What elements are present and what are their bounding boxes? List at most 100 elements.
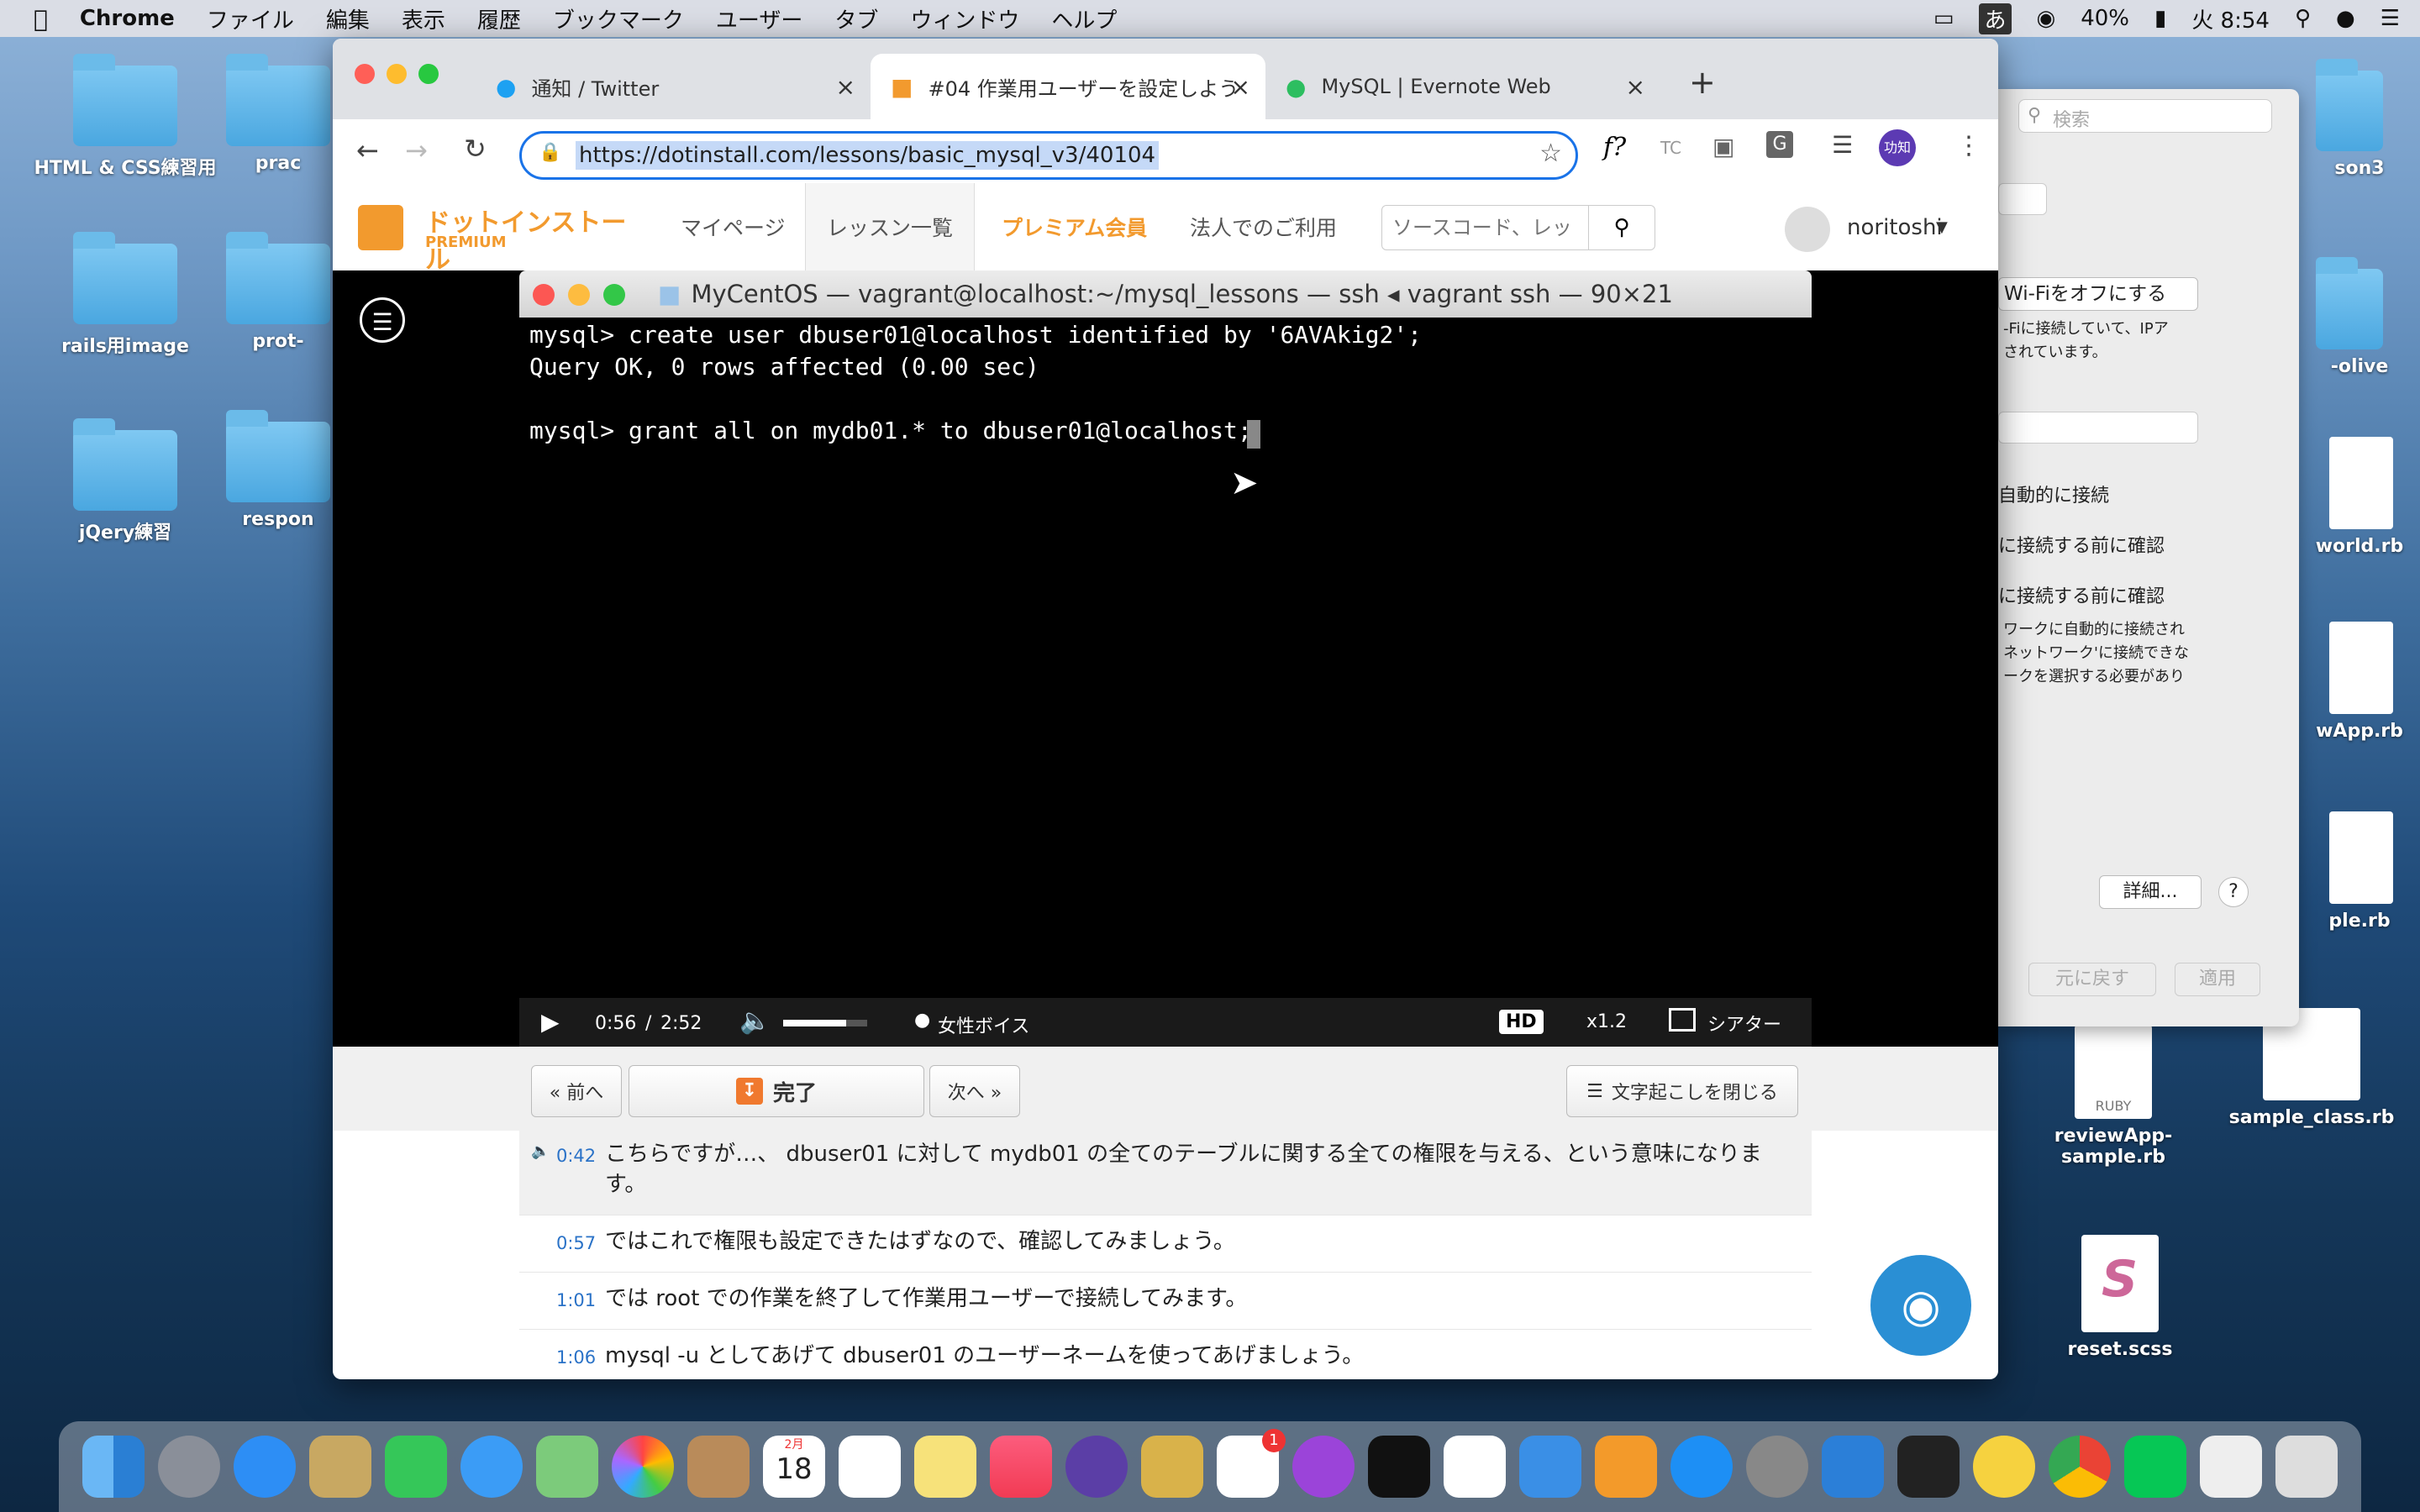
ext-tc-icon[interactable]: TC — [1660, 138, 1681, 158]
voice-toggle[interactable]: 女性ボイス — [938, 1011, 1029, 1038]
transcript-row[interactable]: 0:57 ではこれで権限も設定できたはずなので、確認してみましょう。 — [519, 1215, 1812, 1273]
volume-slider[interactable] — [783, 1020, 867, 1026]
complete-button[interactable]: ↧ 完了 — [629, 1065, 924, 1117]
transcript-time[interactable]: 1:01 — [556, 1290, 596, 1310]
terminal-minimize-button[interactable] — [568, 284, 590, 306]
nav-premium[interactable]: プレミアム会員 — [1002, 183, 1147, 270]
transcript-row[interactable]: 1:06 mysql -u としてあげて dbuser01 のユーザーネームを使… — [519, 1329, 1812, 1379]
desktop-folder-jquery[interactable]: jQery練習 — [29, 418, 222, 544]
finder-icon[interactable] — [82, 1436, 145, 1498]
theater-toggle[interactable]: シアター — [1707, 1010, 1781, 1037]
apple-tv-icon[interactable] — [1368, 1436, 1430, 1498]
battery-percent[interactable]: 40% — [2081, 6, 2129, 31]
sequel-pro-icon[interactable] — [1141, 1436, 1203, 1498]
reminders-icon[interactable] — [839, 1436, 901, 1498]
clock[interactable]: 火 8:54 — [2191, 3, 2270, 34]
desktop-folder-olive[interactable]: -olive — [2299, 257, 2420, 377]
prefs-stepper[interactable] — [1998, 183, 2047, 215]
theater-icon[interactable] — [1669, 1008, 1696, 1032]
notes-icon[interactable] — [914, 1436, 976, 1498]
transcript-time[interactable]: 0:57 — [556, 1233, 596, 1253]
menu-edit[interactable]: 編集 — [326, 3, 370, 34]
transcript-time[interactable]: 0:42 — [556, 1146, 596, 1166]
menu-view[interactable]: 表示 — [402, 3, 445, 34]
site-search-input[interactable] — [1391, 213, 1579, 243]
ext-g-icon[interactable]: G — [1766, 131, 1793, 158]
facetime-icon[interactable] — [385, 1436, 447, 1498]
desktop-folder-son3[interactable]: son3 — [2299, 59, 2420, 179]
notification-center-icon[interactable]: ☰ — [2381, 6, 2400, 31]
ext-fq-icon[interactable]: f? — [1603, 133, 1626, 162]
menu-history[interactable]: 履歴 — [477, 3, 521, 34]
photos-icon[interactable] — [612, 1436, 674, 1498]
vscode-icon[interactable] — [1822, 1436, 1884, 1498]
desktop-folder-respon[interactable]: respon — [224, 410, 333, 530]
spotlight-icon[interactable]: ⚲ — [2295, 6, 2311, 31]
transcript-row[interactable]: 🔈 0:42 こちらですが…、 dbuser01 に対して mydb01 の全て… — [519, 1131, 1812, 1215]
chrome-menu-icon[interactable]: ⋮ — [1956, 131, 1981, 160]
address-bar[interactable]: 🔒 https://dotinstall.com/lessons/basic_m… — [519, 131, 1578, 180]
prefs-search-input[interactable]: ⚲ 検索 — [2018, 99, 2272, 133]
nav-mypage[interactable]: マイページ — [681, 183, 786, 270]
menu-window[interactable]: ウィンドウ — [910, 3, 1019, 34]
prev-button[interactable]: « 前へ — [531, 1065, 622, 1117]
lesson-menu-icon[interactable]: ☰ — [360, 297, 405, 343]
desktop-folder-prot[interactable]: prot- — [224, 232, 333, 352]
network-name-select[interactable] — [1998, 412, 2198, 444]
chat-button[interactable]: ◉ — [1870, 1255, 1971, 1356]
playback-speed[interactable]: x1.2 — [1586, 1011, 1627, 1032]
desktop-file-wapp-rb[interactable]: wApp.rb — [2299, 622, 2420, 742]
tab-twitter[interactable]: ● 通知 / Twitter × — [476, 54, 871, 119]
messages-icon[interactable] — [460, 1436, 523, 1498]
desktop-folder-html-css[interactable]: HTML & CSS練習用 — [29, 54, 222, 180]
line-icon[interactable] — [2124, 1436, 2186, 1498]
numbers-icon[interactable] — [1444, 1436, 1506, 1498]
calendar-icon[interactable]: 2月 18 — [763, 1436, 825, 1498]
transcript-time[interactable]: 1:06 — [556, 1347, 596, 1368]
menu-tab[interactable]: タブ — [834, 3, 878, 34]
apple-icon[interactable]:  — [34, 5, 48, 33]
details-button[interactable]: 詳細... — [2099, 875, 2202, 909]
transcript-row[interactable]: 1:01 では root での作業を終了して作業用ユーザーで接続してみます。 — [519, 1272, 1812, 1330]
terminal-zoom-button[interactable] — [603, 284, 625, 306]
chevron-down-icon[interactable]: ▼ — [1936, 218, 1948, 236]
airplay-icon[interactable]: ▭ — [1933, 6, 1954, 31]
github-desktop-icon[interactable] — [1065, 1436, 1128, 1498]
search-button[interactable]: ⚲ — [1588, 206, 1655, 249]
nav-lessons[interactable]: レッスン一覧 — [805, 183, 975, 270]
minimize-window-button[interactable] — [387, 64, 407, 84]
keynote-icon[interactable] — [1519, 1436, 1581, 1498]
new-tab-button[interactable]: + — [1689, 64, 1716, 101]
profile-avatar[interactable]: 功知 — [1879, 129, 1916, 166]
dotinstall-logo[interactable]: ドットインストール PREMIUM — [358, 202, 635, 275]
menu-file[interactable]: ファイル — [207, 3, 294, 34]
forward-icon[interactable]: → — [405, 134, 428, 166]
app-menu-chrome[interactable]: Chrome — [80, 6, 175, 31]
ext-cast-icon[interactable]: ▣ — [1712, 133, 1734, 160]
url-text[interactable]: https://dotinstall.com/lessons/basic_mys… — [576, 141, 1160, 170]
nav-corporate[interactable]: 法人でのご利用 — [1190, 183, 1337, 270]
wifi-off-button[interactable]: Wi-Fiをオフにする — [1998, 277, 2198, 311]
reload-icon[interactable]: ↻ — [464, 133, 487, 165]
close-tab-icon[interactable]: × — [1231, 73, 1250, 101]
video-player[interactable]: ☰ ■ MyCentOS — vagrant@localhost:~/mysql… — [333, 270, 1998, 1047]
next-button[interactable]: 次へ » — [929, 1065, 1020, 1117]
menu-help[interactable]: ヘルプ — [1051, 3, 1117, 34]
terminal-close-button[interactable] — [533, 284, 555, 306]
launchpad-icon[interactable] — [158, 1436, 220, 1498]
back-icon[interactable]: ← — [356, 134, 379, 166]
chrome-icon[interactable] — [2049, 1436, 2111, 1498]
podcasts-icon[interactable] — [1292, 1436, 1355, 1498]
ask-join-option-2[interactable]: に接続する前に確認 — [1998, 581, 2165, 608]
maps-icon[interactable] — [536, 1436, 598, 1498]
avatar[interactable] — [1785, 207, 1830, 252]
tab-dotinstall[interactable]: ■ #04 作業用ユーザーを設定しよう × — [871, 54, 1265, 119]
pages-icon[interactable] — [1595, 1436, 1657, 1498]
slack-icon[interactable]: 1 — [1217, 1429, 1286, 1498]
safari-icon[interactable] — [234, 1436, 296, 1498]
wifi-icon[interactable]: ◉ — [2037, 6, 2056, 31]
trash-icon[interactable] — [2275, 1436, 2338, 1498]
media-control-icon[interactable]: ☰ — [1832, 131, 1853, 159]
menu-bookmarks[interactable]: ブックマーク — [553, 3, 684, 34]
close-transcript-button[interactable]: ☰ 文字起こしを閉じる — [1566, 1065, 1798, 1117]
